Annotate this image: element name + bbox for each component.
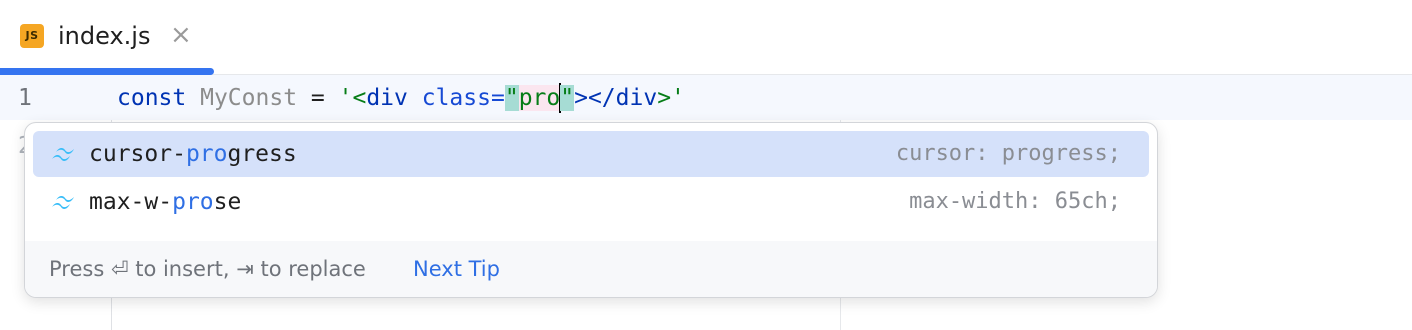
keyword: const: [117, 85, 187, 111]
completion-label: max-w-prose: [89, 189, 242, 215]
line-number: 1: [18, 85, 32, 111]
string-close: >': [657, 85, 685, 111]
close-icon[interactable]: ×: [170, 20, 192, 50]
active-tab-indicator: [0, 68, 214, 75]
completion-item[interactable]: cursor-progress cursor: progress;: [33, 131, 1149, 177]
attr-equals: =: [490, 85, 505, 111]
next-tip-link[interactable]: Next Tip: [413, 255, 500, 283]
completion-label: cursor-progress: [89, 141, 297, 167]
tag-close-bracket: ></: [574, 85, 616, 111]
tab-title: index.js: [58, 22, 151, 50]
tailwind-icon: [52, 195, 74, 209]
matched-quote: ": [504, 85, 519, 111]
javascript-file-icon: JS: [20, 24, 44, 48]
typed-text: pro: [518, 85, 561, 111]
code-line[interactable]: const MyConst = '<div class="pro"></div>…: [117, 83, 685, 113]
matched-quote: ": [560, 85, 575, 111]
tab-index-js[interactable]: JS index.js ×: [0, 0, 214, 75]
editor-tab-bar: JS index.js ×: [0, 0, 1412, 75]
footer-hint: Press ⏎ to insert, ⇥ to replace: [49, 257, 366, 281]
identifier: MyConst: [200, 85, 298, 111]
string-open: '<: [338, 85, 367, 111]
completion-popup: cursor-progress cursor: progress; max-w-…: [24, 122, 1158, 298]
html-tag: div: [366, 85, 408, 111]
completion-footer: Press ⏎ to insert, ⇥ to replace Next Tip: [25, 241, 1157, 297]
tailwind-icon: [52, 147, 74, 161]
operator: =: [310, 85, 325, 111]
completion-type-text: cursor: progress;: [895, 141, 1121, 166]
html-attribute: class: [421, 85, 491, 111]
completion-item[interactable]: max-w-prose max-width: 65ch;: [33, 179, 1149, 225]
html-tag: div: [615, 85, 658, 111]
completion-type-text: max-width: 65ch;: [909, 189, 1121, 214]
